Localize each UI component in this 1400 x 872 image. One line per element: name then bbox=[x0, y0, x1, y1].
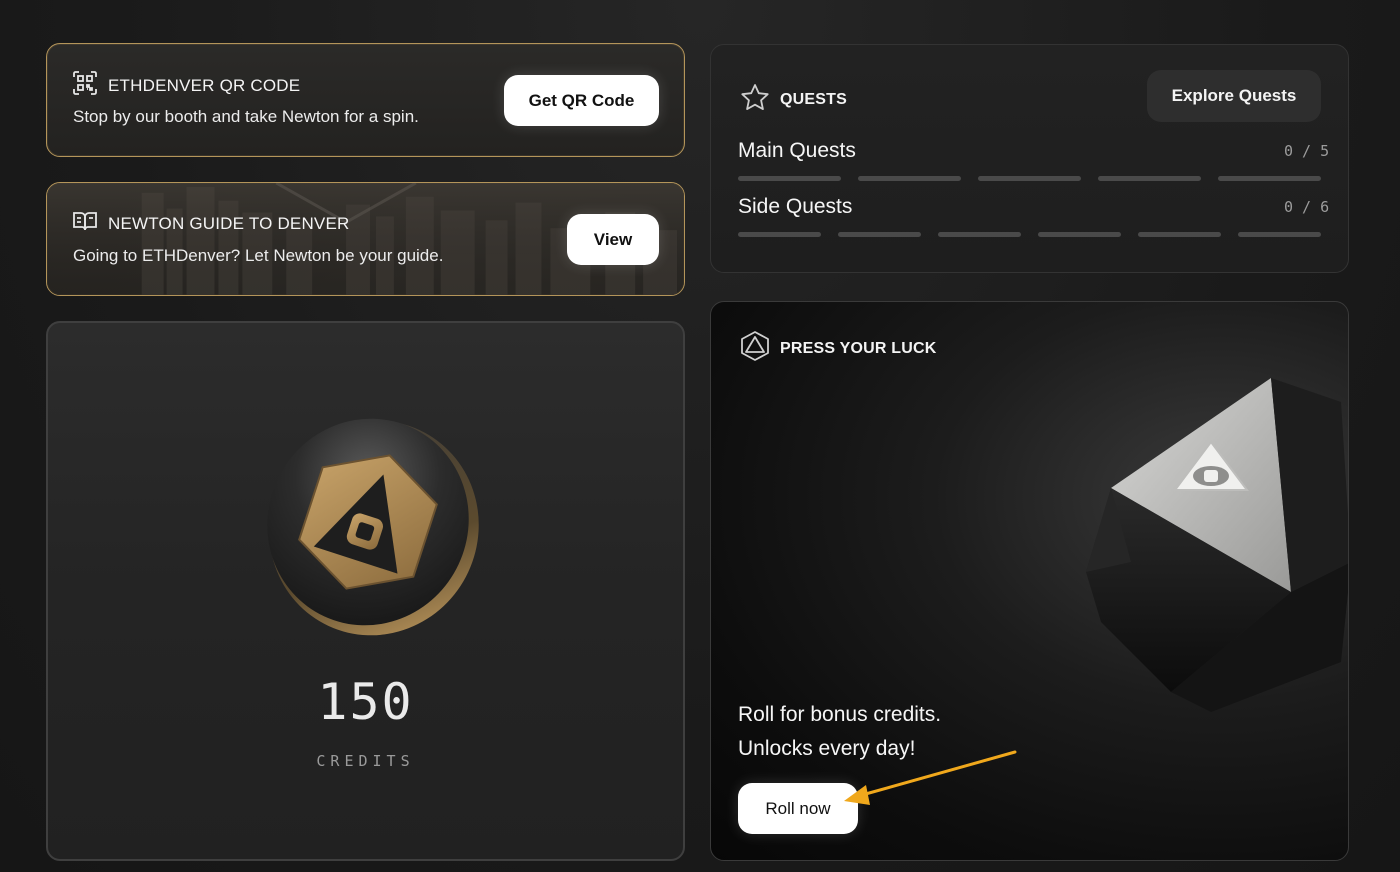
side-quest-segment bbox=[838, 232, 921, 237]
star-icon bbox=[740, 83, 770, 116]
luck-line-1: Roll for bonus credits. bbox=[738, 703, 942, 726]
side-quest-segment bbox=[1238, 232, 1321, 237]
guide-card-header: NEWTON GUIDE TO DENVER bbox=[72, 209, 350, 238]
newton-coin-image bbox=[267, 418, 479, 636]
side-quests-label: Side Quests bbox=[738, 195, 853, 218]
side-quest-segment bbox=[938, 232, 1021, 237]
main-quests-count: 0 / 5 bbox=[1284, 142, 1330, 160]
roll-now-button[interactable]: Roll now bbox=[738, 783, 858, 834]
luck-title: PRESS YOUR LUCK bbox=[780, 339, 937, 357]
side-quest-segment bbox=[738, 232, 821, 237]
quests-header: QUESTS bbox=[740, 83, 847, 116]
explore-quests-button[interactable]: Explore Quests bbox=[1147, 70, 1321, 122]
guide-card-title: NEWTON GUIDE TO DENVER bbox=[108, 213, 350, 233]
d20-dice-image bbox=[1086, 378, 1348, 712]
press-your-luck-card bbox=[710, 301, 1349, 861]
hexagon-triangle-icon bbox=[740, 330, 770, 367]
main-quest-segment bbox=[858, 176, 961, 181]
main-quest-segment bbox=[738, 176, 841, 181]
side-quests-count: 0 / 6 bbox=[1284, 198, 1330, 216]
quests-title: QUESTS bbox=[780, 90, 847, 108]
guide-card-subtitle: Going to ETHDenver? Let Newton be your g… bbox=[73, 246, 444, 265]
luck-header: PRESS YOUR LUCK bbox=[740, 330, 937, 367]
qr-code-icon bbox=[72, 70, 98, 101]
side-quest-segment bbox=[1038, 232, 1121, 237]
qr-card-title: ETHDENVER QR CODE bbox=[108, 75, 301, 95]
get-qr-code-button[interactable]: Get QR Code bbox=[504, 75, 659, 126]
main-quests-label: Main Quests bbox=[738, 139, 856, 162]
qr-card-header: ETHDENVER QR CODE bbox=[72, 70, 300, 101]
view-guide-button[interactable]: View bbox=[567, 214, 659, 265]
credits-value: 150 bbox=[317, 673, 414, 731]
main-quest-segment bbox=[978, 176, 1081, 181]
luck-line-2: Unlocks every day! bbox=[738, 737, 916, 760]
book-icon bbox=[72, 209, 98, 238]
side-quest-segment bbox=[1138, 232, 1221, 237]
main-quest-segment bbox=[1218, 176, 1321, 181]
credits-label: CREDITS bbox=[316, 752, 415, 770]
qr-card-subtitle: Stop by our booth and take Newton for a … bbox=[73, 107, 419, 126]
main-quest-segment bbox=[1098, 176, 1201, 181]
